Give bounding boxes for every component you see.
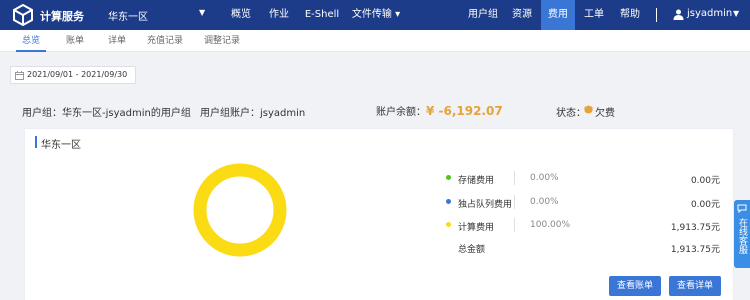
chat-icon	[737, 204, 747, 213]
online-service-tab[interactable]: 在线客服	[734, 200, 750, 268]
status-label: 状态：	[556, 108, 586, 119]
legend-divider	[514, 171, 515, 185]
date-range-value: 2021/09/01 - 2021/09/30	[27, 70, 128, 79]
top-navbar: 计算服务 华东一区 ▼ 概览 作业 E-Shell 文件传输 ▾ 用户组 资源 …	[0, 0, 750, 30]
tab-overview[interactable]: 总览	[16, 30, 46, 52]
nav-user-groups[interactable]: 用户组	[463, 0, 503, 30]
nav-resources[interactable]: 资源	[507, 0, 537, 30]
caret-down-icon[interactable]: ▼	[733, 9, 739, 18]
nav-overview[interactable]: 概览	[226, 0, 256, 30]
donut-ring	[193, 163, 287, 257]
user-group-info: 用户组：华东一区-jsyadmin的用户组	[22, 108, 191, 119]
user-icon[interactable]	[673, 9, 684, 20]
legend-label-queue: 独占队列费用	[458, 200, 513, 210]
compute-dot	[446, 222, 451, 227]
view-bill-button[interactable]: 查看账单	[609, 276, 661, 296]
status-value: 欠费	[595, 108, 615, 119]
group-account-info: 用户组账户：jsyadmin	[200, 108, 306, 119]
calendar-icon	[15, 71, 24, 80]
legend-amount-queue: 0.00元	[690, 200, 720, 210]
card-title: 华东一区	[41, 140, 81, 151]
storage-dot	[446, 175, 451, 180]
legend-label-storage: 存储费用	[458, 176, 495, 186]
nav-billing[interactable]: 费用	[541, 0, 575, 30]
card-title-accent	[35, 136, 37, 148]
balance-label: 账户余额：	[376, 107, 426, 118]
legend-amount-storage: 0.00元	[690, 176, 720, 186]
nav-divider	[656, 8, 657, 22]
cost-donut-chart	[193, 163, 287, 257]
legend-divider	[514, 218, 515, 232]
region-selector[interactable]: 华东一区	[108, 8, 148, 23]
balance-value: ¥ -6,192.07	[426, 104, 503, 118]
tab-details[interactable]: 详单	[102, 30, 132, 52]
warning-shield-icon	[584, 105, 593, 114]
legend-percent-queue: 0.00%	[530, 197, 559, 207]
nav-file-transfer[interactable]: 文件传输 ▾	[350, 0, 402, 30]
user-name[interactable]: jsyadmin	[687, 8, 732, 19]
view-detail-button[interactable]: 查看详单	[669, 276, 721, 296]
online-service-label: 在线客服	[737, 218, 747, 254]
tab-bills[interactable]: 账单	[60, 30, 90, 52]
nav-eshell[interactable]: E-Shell	[302, 0, 342, 30]
nav-tickets[interactable]: 工单	[579, 0, 609, 30]
legend-divider	[514, 195, 515, 209]
nav-help[interactable]: 帮助	[615, 0, 645, 30]
balance-info: 账户余额：¥ -6,192.07	[376, 103, 503, 118]
tab-adjustment-records[interactable]: 调整记录	[199, 30, 245, 52]
queue-dot	[446, 199, 451, 204]
region-cost-card	[24, 128, 734, 300]
caret-down-icon[interactable]: ▼	[199, 8, 205, 17]
total-amount: 1,913.75元	[670, 245, 720, 255]
nav-jobs[interactable]: 作业	[264, 0, 294, 30]
total-label: 总金额	[458, 245, 486, 255]
brand-title: 计算服务	[40, 10, 84, 23]
legend-percent-storage: 0.00%	[530, 173, 559, 183]
tab-recharge-records[interactable]: 充值记录	[142, 30, 188, 52]
cube-logo-icon	[13, 4, 33, 26]
date-range-picker[interactable]: 2021/09/01 - 2021/09/30	[10, 66, 136, 84]
billing-tabs: 总览 账单 详单 充值记录 调整记录	[0, 30, 750, 52]
legend-amount-compute: 1,913.75元	[670, 223, 720, 233]
legend-percent-compute: 100.00%	[530, 220, 571, 230]
legend-label-compute: 计算费用	[458, 223, 495, 233]
